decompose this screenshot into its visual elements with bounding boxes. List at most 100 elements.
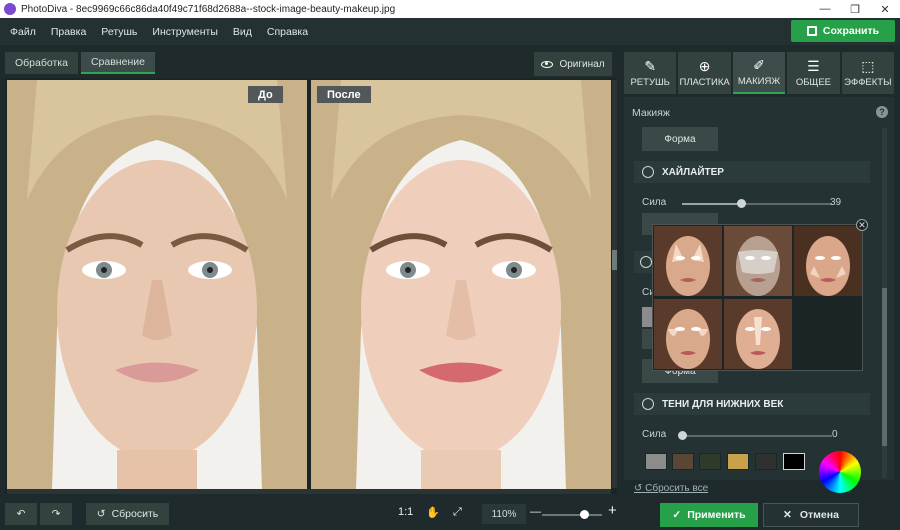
check-icon: ✓	[672, 509, 682, 521]
color-swatch-gold[interactable]	[727, 453, 749, 470]
redo-icon[interactable]: ↷	[40, 503, 72, 525]
preset-face-1[interactable]	[654, 226, 722, 296]
undo-icon[interactable]: ↶	[5, 503, 37, 525]
lower-shadow-section-header[interactable]: ТЕНИ ДЛЯ НИЖНИХ ВЕК	[634, 393, 870, 415]
eye-icon	[541, 60, 554, 68]
zoom-slider[interactable]	[542, 514, 602, 516]
highlighter-strength-label: Сила	[642, 197, 667, 208]
lower-shadow-strength-slider[interactable]	[678, 431, 832, 440]
lower-shadow-strength-label: Сила	[642, 429, 667, 440]
save-label: Сохранить	[822, 25, 880, 37]
menu-file[interactable]: Файл	[10, 26, 36, 38]
preset-face-3[interactable]	[794, 226, 862, 296]
reset-button[interactable]: ↺ Сбросить	[86, 503, 169, 525]
highlighter-slider-fill	[682, 203, 741, 205]
highlighter-icon	[642, 166, 654, 178]
zoom-level[interactable]: 110%	[482, 504, 526, 524]
highlighter-strength-value: 39	[830, 197, 842, 208]
maximize-icon[interactable]: ❐	[840, 3, 870, 16]
minimize-icon[interactable]: —	[810, 3, 840, 16]
section-icon	[640, 256, 652, 268]
close-window-icon[interactable]: ✕	[870, 3, 900, 16]
lower-shadow-slider-knob[interactable]	[678, 431, 687, 440]
zoom-out-icon[interactable]: —	[530, 506, 541, 518]
cancel-icon: ✕	[783, 509, 792, 521]
tab-makeup-label: МАКИЯЖ	[737, 76, 781, 87]
cancel-button[interactable]: ✕ Отмена	[763, 503, 859, 527]
zoom-in-icon[interactable]: +	[608, 502, 617, 519]
plastic-icon: ⊕	[698, 58, 711, 74]
tab-effects-label: ЭФФЕКТЫ	[844, 77, 892, 88]
lower-shadow-title: ТЕНИ ДЛЯ НИЖНИХ ВЕК	[662, 398, 784, 410]
help-icon[interactable]: ?	[876, 106, 888, 118]
tab-retouch-label: РЕТУШЬ	[630, 77, 670, 88]
highlighter-strength-slider[interactable]	[682, 199, 832, 208]
window-title: PhotoDiva - 8ec9969c66c86da40f49c71f68d2…	[21, 3, 396, 15]
color-swatch-olive[interactable]	[699, 453, 721, 470]
shape-button[interactable]: Форма	[642, 127, 718, 151]
original-label: Оригинал	[559, 58, 605, 70]
app-logo-icon	[4, 3, 16, 15]
color-wheel-picker[interactable]	[819, 451, 861, 493]
canvas-vertical-scrollbar[interactable]	[612, 80, 617, 488]
partial-swatch-2[interactable]	[642, 329, 652, 349]
panel-scrollbar[interactable]	[882, 128, 887, 478]
tab-general-label: ОБЩЕЕ	[795, 77, 832, 88]
preset-face-4[interactable]	[654, 299, 722, 369]
mode-tabs: Обработка Сравнение	[5, 52, 158, 74]
apply-button[interactable]: ✓ Применить	[660, 503, 758, 527]
reset-all-icon: ↺	[634, 483, 646, 494]
menu-tools[interactable]: Инструменты	[152, 26, 217, 38]
color-swatch-dark[interactable]	[755, 453, 777, 470]
cancel-label: Отмена	[799, 509, 839, 521]
reset-all-label: Сбросить все	[645, 483, 709, 494]
tab-plastic-label: ПЛАСТИКА	[679, 77, 730, 88]
highlighter-preset-popup	[652, 224, 863, 371]
before-label: До	[248, 86, 283, 103]
menu-bar: Файл Правка Ретушь Инструменты Вид Справ…	[0, 18, 900, 45]
color-swatch-brown[interactable]	[672, 453, 694, 470]
color-swatch-black[interactable]	[783, 453, 805, 470]
after-photo	[311, 80, 611, 490]
tab-general[interactable]: ☰ ОБЩЕЕ	[787, 52, 840, 94]
menu-retouch[interactable]: Ретушь	[101, 26, 137, 38]
retouch-icon: ✎	[644, 58, 657, 74]
menu-help[interactable]: Справка	[267, 26, 308, 38]
tool-tabs: ✎ РЕТУШЬ ⊕ ПЛАСТИКА ✐ МАКИЯЖ ☰ ОБЩЕЕ ⬚ Э…	[624, 52, 895, 94]
zoom-slider-knob[interactable]	[580, 510, 589, 519]
eye-shadow-icon	[642, 398, 654, 410]
image-canvas[interactable]: До После	[5, 78, 617, 494]
hand-icon[interactable]: ✋	[426, 506, 440, 519]
reset-icon: ↺	[96, 508, 106, 520]
partial-swatch[interactable]	[642, 307, 652, 327]
tab-effects[interactable]: ⬚ ЭФФЕКТЫ	[841, 52, 895, 94]
tab-comparison[interactable]: Сравнение	[80, 52, 155, 74]
menu-view[interactable]: Вид	[233, 26, 252, 38]
reset-all-link[interactable]: ↺ Сбросить все	[634, 483, 708, 494]
lower-shadow-strength-value: 0	[832, 429, 838, 440]
menu-edit[interactable]: Правка	[51, 26, 86, 38]
canvas-horizontal-scrollbar[interactable]	[7, 489, 611, 494]
preset-face-2[interactable]	[724, 226, 792, 296]
highlighter-slider-knob[interactable]	[736, 199, 746, 208]
panel-title: Макияж	[632, 107, 670, 119]
original-button[interactable]: Оригинал	[534, 52, 612, 76]
color-swatch-gray[interactable]	[645, 453, 667, 470]
makeup-icon: ✐	[753, 57, 765, 73]
actual-size-button[interactable]: 1:1	[398, 506, 413, 518]
tab-plastic[interactable]: ⊕ ПЛАСТИКА	[678, 52, 731, 94]
effects-icon: ⬚	[861, 58, 875, 74]
preset-face-5[interactable]	[724, 299, 792, 369]
title-bar: PhotoDiva - 8ec9969c66c86da40f49c71f68d2…	[0, 0, 900, 18]
fit-screen-icon[interactable]: ⤢	[453, 506, 462, 519]
tab-processing[interactable]: Обработка	[5, 52, 78, 74]
highlighter-title: ХАЙЛАЙТЕР	[662, 166, 724, 178]
tab-makeup[interactable]: ✐ МАКИЯЖ	[732, 52, 786, 94]
tab-retouch[interactable]: ✎ РЕТУШЬ	[624, 52, 677, 94]
bottom-toolbar: ↶ ↷ ↺ Сбросить 1:1 ✋ ⤢ 110% — +	[0, 498, 620, 530]
save-button[interactable]: Сохранить	[791, 20, 895, 42]
after-label: После	[317, 86, 371, 103]
highlighter-section-header[interactable]: ХАЙЛАЙТЕР	[634, 161, 870, 183]
popup-close-icon[interactable]: ✕	[856, 219, 868, 231]
floppy-icon	[806, 26, 817, 36]
